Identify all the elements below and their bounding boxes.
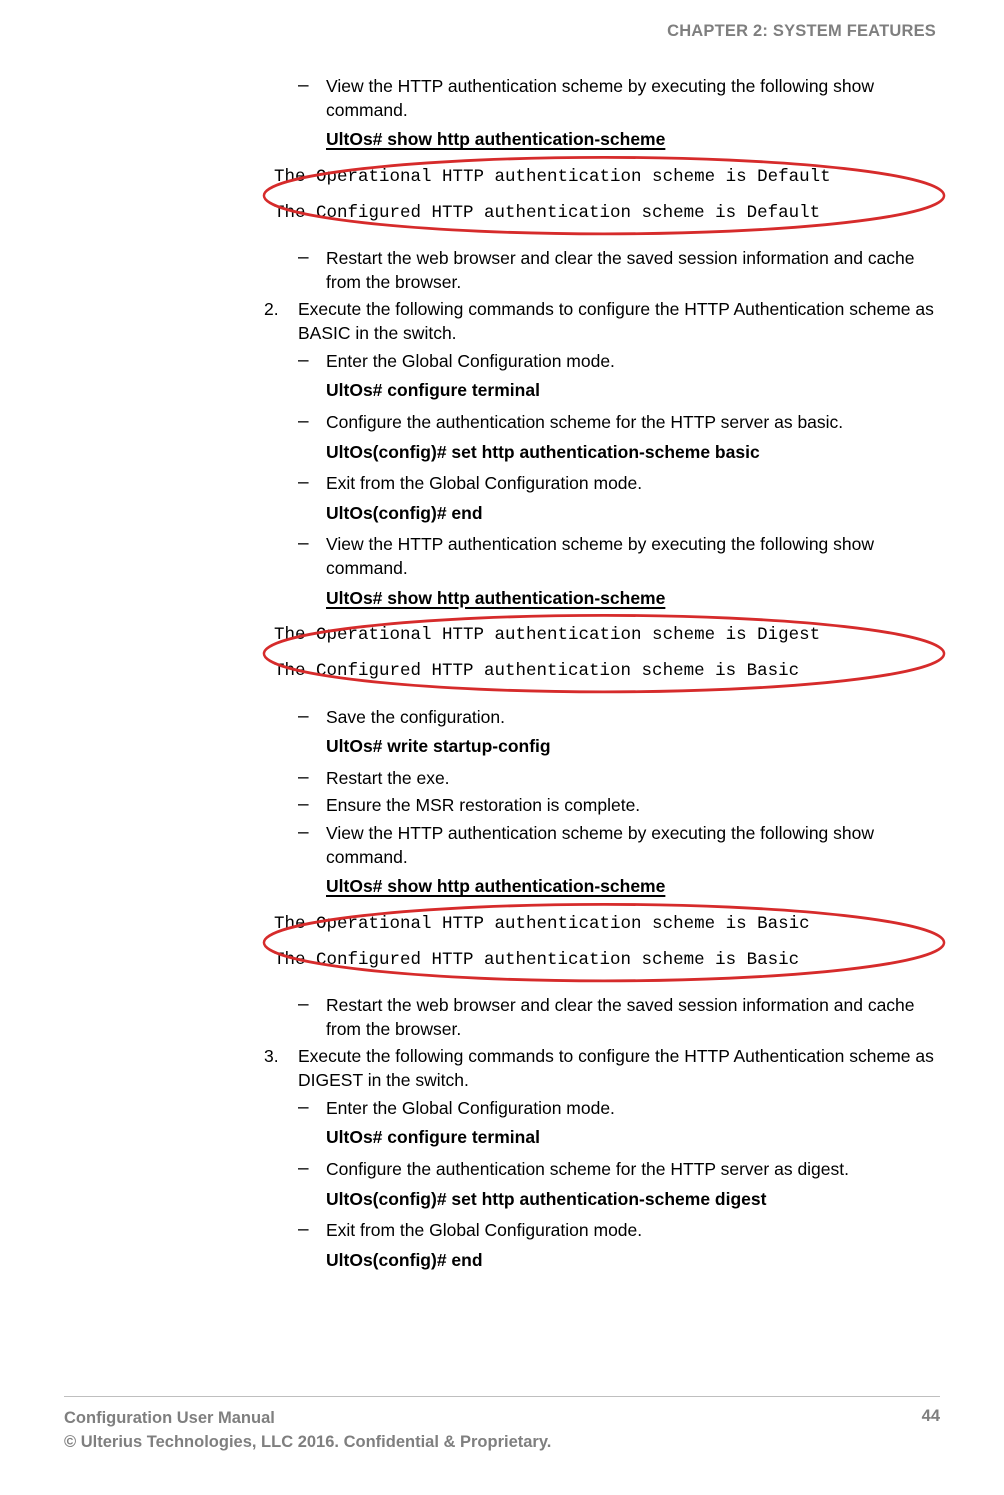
step-number: 3.: [264, 1045, 292, 1092]
output-line: The Configured HTTP authentication schem…: [274, 202, 938, 226]
dash-bullet: –: [298, 472, 322, 496]
list-item: – Save the configuration.: [298, 706, 940, 730]
step-text: Execute the following commands to config…: [298, 298, 940, 345]
output-block: The Operational HTTP authentication sche…: [260, 901, 948, 984]
dash-bullet: –: [298, 75, 322, 122]
list-text: View the HTTP authentication scheme by e…: [326, 75, 940, 122]
footer-copyright: © Ulterius Technologies, LLC 2016. Confi…: [64, 1431, 551, 1455]
output-block: The Operational HTTP authentication sche…: [260, 154, 948, 237]
command-text: UltOs(config)# end: [326, 502, 940, 526]
list-text: Enter the Global Configuration mode.: [326, 350, 940, 374]
list-text: Save the configuration.: [326, 706, 940, 730]
dash-bullet: –: [298, 247, 322, 294]
list-item: – View the HTTP authentication scheme by…: [298, 822, 940, 869]
command-text: UltOs# configure terminal: [326, 1126, 940, 1150]
list-item: – Enter the Global Configuration mode.: [298, 1097, 940, 1121]
list-item: – View the HTTP authentication scheme by…: [298, 533, 940, 580]
command-text: UltOs# show http authentication-scheme: [326, 875, 940, 899]
output-line: The Configured HTTP authentication schem…: [274, 660, 938, 684]
command-text: UltOs(config)# end: [326, 1249, 940, 1273]
list-text: Restart the exe.: [326, 767, 940, 791]
command-text: UltOs# configure terminal: [326, 379, 940, 403]
page-content: – View the HTTP authentication scheme by…: [264, 75, 940, 1272]
list-text: Exit from the Global Configuration mode.: [326, 472, 940, 496]
output-line: The Configured HTTP authentication schem…: [274, 949, 938, 973]
list-text: Enter the Global Configuration mode.: [326, 1097, 940, 1121]
command-text: UltOs# write startup-config: [326, 735, 940, 759]
list-text: View the HTTP authentication scheme by e…: [326, 822, 940, 869]
list-text: Restart the web browser and clear the sa…: [326, 994, 940, 1041]
footer-title: Configuration User Manual: [64, 1407, 551, 1431]
list-text: Exit from the Global Configuration mode.: [326, 1219, 940, 1243]
output-block: The Operational HTTP authentication sche…: [260, 612, 948, 695]
list-text: Configure the authentication scheme for …: [326, 1158, 940, 1182]
dash-bullet: –: [298, 411, 322, 435]
command-text: UltOs# show http authentication-scheme: [326, 587, 940, 611]
command-text: UltOs(config)# set http authentication-s…: [326, 441, 940, 465]
list-item: – Ensure the MSR restoration is complete…: [298, 794, 940, 818]
footer-divider: [64, 1396, 940, 1397]
list-item: – Restart the exe.: [298, 767, 940, 791]
list-item: – View the HTTP authentication scheme by…: [298, 75, 940, 122]
page-number: 44: [922, 1407, 940, 1426]
numbered-step: 3. Execute the following commands to con…: [264, 1045, 940, 1092]
command-text: UltOs# show http authentication-scheme: [326, 128, 940, 152]
step-text: Execute the following commands to config…: [298, 1045, 940, 1092]
page-footer: Configuration User Manual © Ulterius Tec…: [64, 1396, 940, 1455]
dash-bullet: –: [298, 822, 322, 869]
step-number: 2.: [264, 298, 292, 345]
list-item: – Enter the Global Configuration mode.: [298, 350, 940, 374]
numbered-step: 2. Execute the following commands to con…: [264, 298, 940, 345]
list-text: Restart the web browser and clear the sa…: [326, 247, 940, 294]
dash-bullet: –: [298, 1158, 322, 1182]
output-line: The Operational HTTP authentication sche…: [274, 624, 938, 648]
dash-bullet: –: [298, 706, 322, 730]
dash-bullet: –: [298, 767, 322, 791]
chapter-title: CHAPTER 2: SYSTEM FEATURES: [667, 22, 936, 40]
dash-bullet: –: [298, 350, 322, 374]
command-text: UltOs(config)# set http authentication-s…: [326, 1188, 940, 1212]
output-line: The Operational HTTP authentication sche…: [274, 913, 938, 937]
list-text: View the HTTP authentication scheme by e…: [326, 533, 940, 580]
output-line: The Operational HTTP authentication sche…: [274, 166, 938, 190]
dash-bullet: –: [298, 533, 322, 580]
list-item: – Exit from the Global Configuration mod…: [298, 1219, 940, 1243]
list-item: – Configure the authentication scheme fo…: [298, 1158, 940, 1182]
list-item: – Restart the web browser and clear the …: [298, 994, 940, 1041]
dash-bullet: –: [298, 1219, 322, 1243]
list-item: – Exit from the Global Configuration mod…: [298, 472, 940, 496]
dash-bullet: –: [298, 794, 322, 818]
dash-bullet: –: [298, 994, 322, 1041]
chapter-header: CHAPTER 2: SYSTEM FEATURES: [64, 22, 940, 41]
list-item: – Restart the web browser and clear the …: [298, 247, 940, 294]
list-text: Configure the authentication scheme for …: [326, 411, 940, 435]
list-text: Ensure the MSR restoration is complete.: [326, 794, 940, 818]
list-item: – Configure the authentication scheme fo…: [298, 411, 940, 435]
dash-bullet: –: [298, 1097, 322, 1121]
